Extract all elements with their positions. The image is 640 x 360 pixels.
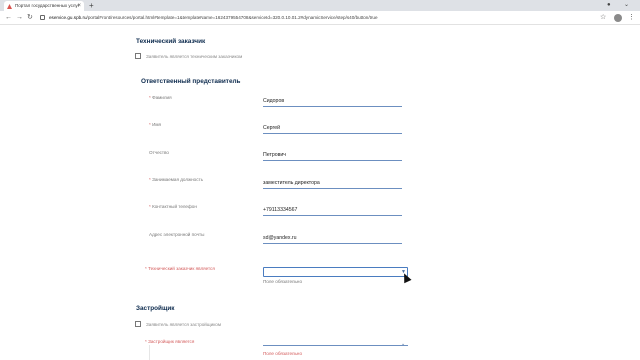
required-mark: * bbox=[149, 95, 151, 100]
label-developer-type: * Застройщик является bbox=[145, 339, 194, 344]
label-text: Отчество bbox=[149, 150, 169, 155]
label-text: Занимаемая должность bbox=[152, 177, 204, 182]
required-mark: * bbox=[149, 122, 151, 127]
back-icon[interactable]: ← bbox=[5, 11, 12, 25]
avatar[interactable] bbox=[614, 14, 622, 22]
position-field[interactable]: заместитель директора bbox=[263, 180, 402, 189]
label-phone: * Контактный телефон bbox=[149, 204, 197, 209]
label-text: Застройщик является bbox=[148, 339, 195, 344]
label-text: Контактный телефон bbox=[152, 204, 197, 209]
required-mark: * bbox=[149, 177, 151, 182]
reload-icon[interactable]: ↻ bbox=[27, 11, 33, 25]
divider bbox=[149, 345, 150, 360]
label-email: Адрес электронной почты bbox=[149, 232, 204, 237]
chevron-down-icon[interactable]: ⌄ bbox=[624, 0, 629, 11]
phone-field[interactable]: +79113334567 bbox=[263, 207, 402, 216]
menu-icon[interactable]: ⋮ bbox=[628, 11, 635, 25]
record-icon: ● bbox=[607, 2, 611, 8]
tech-customer-checkbox[interactable] bbox=[135, 53, 141, 59]
developer-type-error: Поле обязательно bbox=[263, 351, 303, 356]
section-title-tech-customer: Технический заказчик bbox=[136, 38, 206, 45]
patronymic-field[interactable]: Петрович bbox=[263, 152, 402, 161]
forward-icon[interactable]: → bbox=[16, 11, 23, 25]
url-path: /portalFront/resources/portal.html#templ… bbox=[86, 15, 378, 20]
favicon-icon bbox=[7, 4, 12, 9]
new-tab-icon[interactable]: + bbox=[89, 0, 94, 11]
section-title-representative: Ответственный представитель bbox=[141, 78, 241, 85]
label-position: * Занимаемая должность bbox=[149, 177, 203, 182]
last-name-field[interactable]: Сидоров bbox=[263, 98, 402, 107]
required-mark: * bbox=[145, 266, 147, 271]
chevron-down-icon[interactable]: ⌄ bbox=[401, 341, 405, 347]
browser-tab-bar: Портал государственных услуг × + ● ⌄ bbox=[0, 0, 640, 11]
required-mark: * bbox=[149, 204, 151, 209]
label-text: Технический заказчик является bbox=[148, 266, 215, 271]
label-text: Адрес электронной почты bbox=[149, 232, 205, 237]
label-last-name: * Фамилия bbox=[149, 95, 172, 100]
label-text: Имя bbox=[152, 122, 162, 127]
section-title-developer: Застройщик bbox=[136, 305, 175, 312]
page-content bbox=[0, 25, 640, 360]
label-first-name: * Имя bbox=[149, 122, 161, 127]
address-bar[interactable]: eservice.gu.spb.ru/portalFront/resources… bbox=[49, 11, 378, 25]
lock-icon bbox=[40, 15, 45, 20]
required-mark: * bbox=[145, 339, 147, 344]
email-field[interactable]: sd@yandex.ru bbox=[263, 235, 402, 244]
developer-checkbox-label: Заявитель является застройщиком bbox=[146, 322, 221, 327]
star-icon[interactable]: ☆ bbox=[600, 11, 606, 25]
tech-customer-type-error: Поле обязательно bbox=[263, 279, 303, 284]
label-tech-customer-type: * Технический заказчик является bbox=[145, 266, 215, 271]
tech-customer-checkbox-label: Заявитель является техническим заказчико… bbox=[146, 54, 243, 59]
label-patronymic: Отчество bbox=[149, 150, 169, 155]
tech-customer-type-select[interactable] bbox=[263, 267, 408, 277]
first-name-field[interactable]: Сергей bbox=[263, 125, 402, 134]
developer-type-select[interactable] bbox=[263, 340, 408, 346]
developer-checkbox[interactable] bbox=[135, 321, 141, 327]
url-host: eservice.gu.spb.ru bbox=[49, 15, 87, 20]
close-icon[interactable]: × bbox=[77, 1, 81, 11]
browser-tab[interactable]: Портал государственных услуг × bbox=[4, 1, 84, 11]
browser-toolbar: ← → ↻ eservice.gu.spb.ru/portalFront/res… bbox=[0, 11, 640, 25]
label-text: Фамилия bbox=[152, 95, 172, 100]
tab-title: Портал государственных услуг bbox=[15, 3, 80, 8]
